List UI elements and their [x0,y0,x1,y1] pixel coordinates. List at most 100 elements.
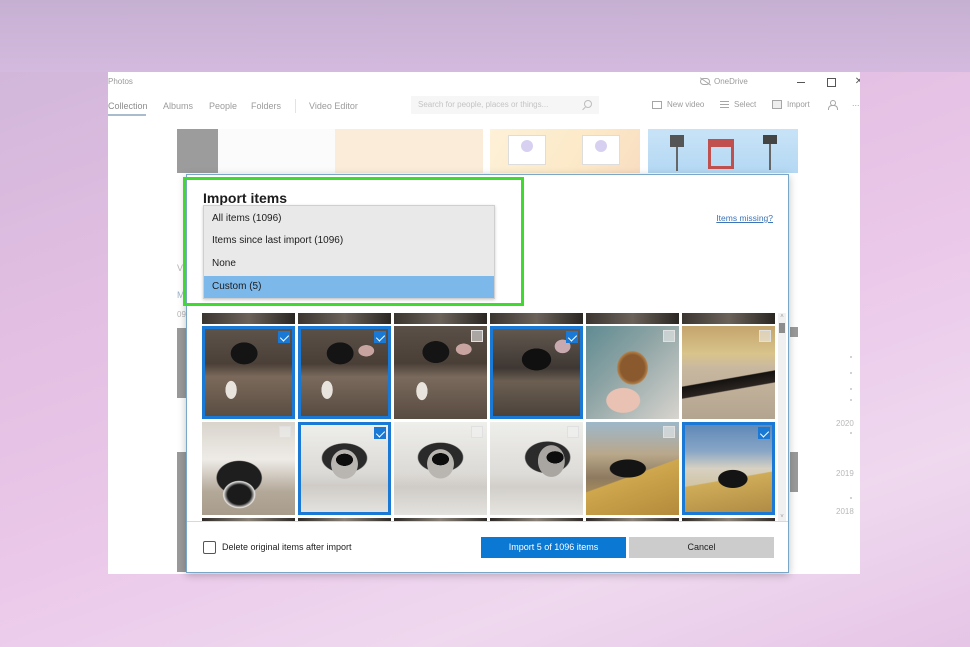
photo-tile[interactable] [298,326,391,419]
photo-tile[interactable] [202,422,295,515]
banner-tile-blank [218,129,335,173]
banner-video-illustration[interactable] [648,129,798,173]
timeline-year[interactable]: 2018 [836,507,854,516]
person-card-illustration [508,135,546,165]
photo-checkbox[interactable] [663,426,675,438]
more-options-button[interactable]: ... [852,98,860,108]
photo-checkbox[interactable] [663,330,675,342]
photo-tile[interactable] [586,422,679,515]
studio-light-icon [670,135,684,147]
account-icon[interactable] [828,100,838,110]
import-label: Import [787,100,810,109]
bg-photo-strip [790,452,798,492]
items-missing-link[interactable]: Items missing? [716,213,773,223]
cancel-button[interactable]: Cancel [629,537,774,558]
director-chair-icon [708,139,734,169]
photo-checkbox[interactable] [566,331,578,343]
light-stand [676,147,678,171]
new-video-button[interactable]: New video [652,100,704,109]
photo-checkbox[interactable] [278,331,290,343]
photo-tile[interactable] [202,326,295,419]
camera-icon [763,135,777,144]
person-face-icon [521,140,533,152]
search-placeholder: Search for people, places or things... [418,100,549,109]
photo-tile[interactable] [490,326,583,419]
timeline-dot [850,356,852,358]
photo-checkbox[interactable] [374,427,386,439]
minimize-button[interactable] [794,75,808,89]
photo-tile[interactable] [682,422,775,515]
active-tab-indicator [108,114,146,116]
tab-albums[interactable]: Albums [163,101,193,111]
scroll-down-arrow-icon[interactable]: ˅ [779,514,785,520]
background-top [0,0,970,72]
photo-checkbox[interactable] [279,426,291,438]
dropdown-option-since-last-import[interactable]: Items since last import (1096) [204,230,494,252]
banner-people-illustration[interactable] [490,129,640,173]
import-selected-button[interactable]: Import 5 of 1096 items [481,537,626,558]
photo-tile[interactable] [394,326,487,419]
photo-tile[interactable] [586,326,679,419]
cloud-off-icon [700,78,710,85]
title-bar: Photos OneDrive ✕ [108,72,860,94]
banner-tile-gray [177,129,218,173]
import-selection-dropdown[interactable]: All items (1096) Items since last import… [203,205,495,299]
scroll-up-arrow-icon[interactable]: ˄ [779,314,785,320]
dropdown-option-all-items[interactable]: All items (1096) [204,208,494,230]
select-label: Select [734,100,757,109]
delete-originals-label[interactable]: Delete original items after import [222,542,352,552]
banner-tile-peach [335,129,483,173]
app-title: Photos [108,77,133,86]
photo-tile[interactable] [682,326,775,419]
close-button[interactable]: ✕ [852,75,860,89]
bg-text-fragment: 09 [177,310,186,319]
footer-divider [187,521,788,522]
photo-checkbox[interactable] [758,427,770,439]
import-items-dialog: Import items Items missing? All items (1… [186,174,789,573]
new-video-label: New video [667,100,705,109]
photo-tile[interactable] [394,422,487,515]
nav-divider [295,99,296,113]
tab-people[interactable]: People [209,101,237,111]
scrollbar-thumb[interactable] [779,323,785,333]
photo-checkbox[interactable] [471,426,483,438]
timeline-dot [850,399,852,401]
bg-text-fragment: V [177,263,184,273]
tab-collection[interactable]: Collection [108,101,148,111]
tab-video-editor[interactable]: Video Editor [309,101,358,111]
photo-checkbox[interactable] [567,426,579,438]
delete-originals-checkbox[interactable] [203,541,216,554]
person-card-illustration [582,135,620,165]
timeline-year[interactable]: 2020 [836,419,854,428]
grid-partial-row [202,313,775,324]
photo-checkbox[interactable] [374,331,386,343]
timeline-dot [850,372,852,374]
photo-checkbox[interactable] [471,330,483,342]
bg-photo-strip [790,327,798,337]
maximize-button[interactable] [824,75,838,89]
timeline-dot [850,432,852,434]
bg-text-fragment: M [177,290,185,300]
photo-tile[interactable] [490,422,583,515]
select-button[interactable]: Select [720,100,756,109]
timeline-dot [850,497,852,499]
select-list-icon [720,101,729,108]
onedrive-status[interactable]: OneDrive [700,77,748,86]
timeline-year[interactable]: 2019 [836,469,854,478]
dropdown-option-custom[interactable]: Custom (5) [204,276,494,298]
timeline-dot [850,388,852,390]
dialog-title: Import items [203,190,288,206]
tab-folders[interactable]: Folders [251,101,281,111]
person-face-icon [595,140,607,152]
photo-checkbox[interactable] [759,330,771,342]
import-button[interactable]: Import [772,100,810,109]
photo-grid [202,313,775,521]
onedrive-label: OneDrive [714,77,748,86]
photo-tile[interactable] [298,422,391,515]
dropdown-option-none[interactable]: None [204,253,494,275]
search-icon[interactable] [584,100,592,108]
photo-grid-scrollbar[interactable]: ˄ ˅ [778,313,786,521]
tripod [769,144,771,170]
search-input[interactable]: Search for people, places or things... [411,96,599,114]
import-icon [772,100,782,109]
